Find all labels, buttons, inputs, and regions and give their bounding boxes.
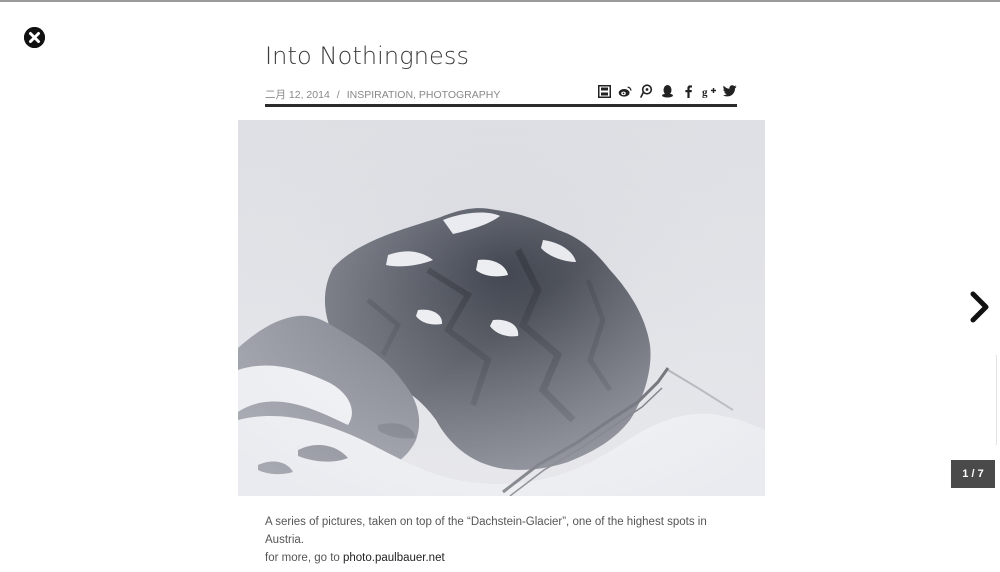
post-meta-left: 二月 12, 2014/INSPIRATION, PHOTOGRAPHY bbox=[265, 87, 500, 102]
caption-line-2: for more, go to photo.paulbauer.net bbox=[265, 549, 735, 567]
svg-text:g: g bbox=[702, 86, 708, 98]
next-button[interactable] bbox=[966, 290, 994, 324]
chevron-right-icon bbox=[970, 291, 989, 323]
caption-line-1: A series of pictures, taken on top of th… bbox=[265, 516, 707, 546]
category-link-photography[interactable]: PHOTOGRAPHY bbox=[419, 89, 501, 101]
save-icon[interactable] bbox=[597, 83, 611, 99]
qq-icon[interactable] bbox=[660, 83, 674, 99]
post-photo bbox=[238, 120, 765, 496]
close-button[interactable] bbox=[24, 27, 45, 48]
post-date: 二月 12, 2014 bbox=[265, 89, 330, 101]
slide-counter: 1 / 7 bbox=[951, 460, 995, 488]
post-caption: A series of pictures, taken on top of th… bbox=[265, 513, 735, 567]
twitter-icon[interactable] bbox=[723, 83, 737, 99]
top-border bbox=[0, 0, 1000, 2]
category-link-inspiration[interactable]: INSPIRATION bbox=[347, 89, 413, 101]
close-icon bbox=[24, 27, 45, 48]
tencent-weibo-icon[interactable] bbox=[639, 83, 653, 99]
weibo-icon[interactable] bbox=[618, 83, 632, 99]
caption-more-prefix: for more, go to bbox=[265, 552, 343, 564]
snow-peak-image bbox=[238, 120, 765, 496]
google-plus-icon[interactable]: g bbox=[702, 83, 716, 99]
photographer-link[interactable]: photo.paulbauer.net bbox=[343, 552, 445, 564]
facebook-icon[interactable] bbox=[681, 83, 695, 99]
post-title: Into Nothingness bbox=[265, 42, 470, 70]
post-meta: 二月 12, 2014/INSPIRATION, PHOTOGRAPHY g bbox=[265, 82, 737, 107]
meta-separator: / bbox=[336, 89, 340, 101]
article: Into Nothingness 二月 12, 2014 / INSPIRATION… bbox=[265, 38, 737, 107]
share-bar: g bbox=[597, 83, 737, 99]
edge-divider bbox=[996, 355, 1000, 445]
